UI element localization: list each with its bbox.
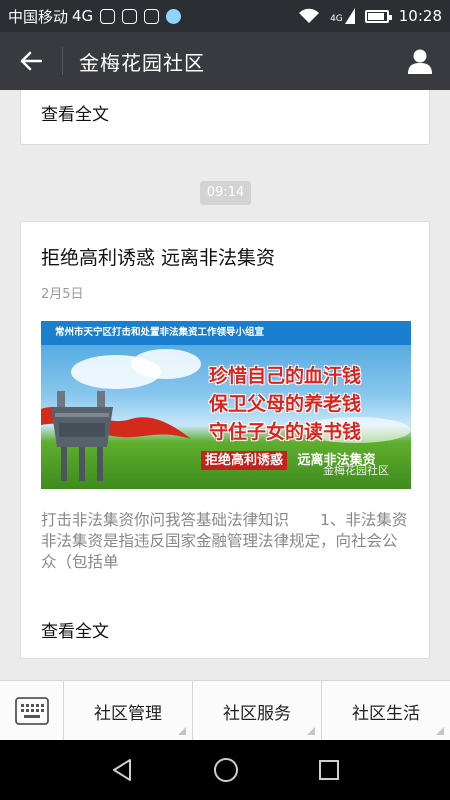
banner-slogan-3: 守住子女的读书钱: [209, 421, 362, 443]
menu-community-life[interactable]: 社区生活: [322, 681, 450, 741]
title-divider: [62, 47, 63, 75]
menu-label: 社区生活: [352, 703, 420, 724]
clock: 10:28: [398, 7, 442, 25]
submenu-indicator-icon: [436, 727, 444, 735]
banner-slogan-2: 保卫父母的养老钱: [209, 393, 362, 415]
article-card-previous[interactable]: 查看全文: [20, 90, 430, 145]
read-more-link[interactable]: 查看全文: [41, 617, 109, 642]
page-title: 金梅花园社区: [79, 50, 205, 75]
status-bar: 中国移动 4G 4G 10:28: [0, 0, 450, 32]
menu-label: 社区服务: [223, 703, 291, 724]
banner-issuer: 常州市天宁区打击和处置非法集资工作领导小组宣: [41, 321, 411, 345]
back-button[interactable]: [0, 32, 62, 90]
wifi-icon: [299, 8, 320, 23]
submenu-indicator-icon: [307, 727, 315, 735]
banner-slogan-1: 珍惜自己的血汗钱: [209, 365, 362, 387]
network-label: 4G: [72, 7, 94, 25]
article-card[interactable]: 拒绝高利诱惑 远离非法集资 2月5日 常州市天宁区打击和处置非法集资工作领导小组…: [20, 221, 439, 659]
signal-icon: [344, 8, 355, 24]
nav-recents-icon[interactable]: [318, 759, 340, 781]
bottom-menu: 社区管理 社区服务 社区生活: [0, 680, 450, 741]
carrier-label: 中国移动: [8, 7, 69, 26]
sim-icon: [122, 8, 138, 24]
submenu-indicator-icon: [178, 727, 186, 735]
keyboard-icon: [14, 697, 49, 725]
signal-network-label: 4G: [330, 14, 343, 24]
title-bar: 金梅花园社区: [0, 32, 450, 90]
battery-icon: [364, 9, 392, 23]
banner-watermark: 金梅花园社区: [323, 464, 389, 477]
person-icon: [408, 49, 432, 74]
round-app-icon: [166, 8, 182, 24]
message-feed[interactable]: 查看全文 09:14 拒绝高利诱惑 远离非法集资 2月5日 常州市天宁区打击和处…: [0, 90, 450, 680]
banner-bottom-left: 拒绝高利诱惑: [201, 451, 288, 470]
article-date: 2月5日: [41, 287, 84, 302]
nav-home-icon[interactable]: [213, 757, 239, 783]
read-more-link[interactable]: 查看全文: [41, 100, 109, 125]
system-nav-bar: [0, 740, 450, 800]
cloud-shape: [131, 349, 201, 379]
article-cover-image[interactable]: 常州市天宁区打击和处置非法集资工作领导小组宣 珍惜自己的血汗钱 保卫父母的养老钱…: [41, 321, 411, 489]
article-title[interactable]: 拒绝高利诱惑 远离非法集资: [41, 243, 275, 270]
timestamp-badge: 09:14: [200, 181, 251, 205]
back-arrow-icon: [20, 51, 42, 71]
weibo-icon: [100, 8, 116, 24]
camera-icon: [144, 8, 160, 24]
menu-community-service[interactable]: 社区服务: [193, 681, 322, 741]
menu-label: 社区管理: [94, 703, 162, 724]
keyboard-toggle-button[interactable]: [0, 681, 64, 741]
article-excerpt: 打击非法集资你问我答基础法律知识 1、非法集资 非法集资是指违反国家金融管理法律…: [41, 511, 439, 571]
menu-community-management[interactable]: 社区管理: [64, 681, 193, 741]
profile-button[interactable]: [390, 32, 450, 90]
bronze-cauldron-graphic: [51, 391, 113, 481]
nav-back-icon[interactable]: [110, 758, 134, 782]
